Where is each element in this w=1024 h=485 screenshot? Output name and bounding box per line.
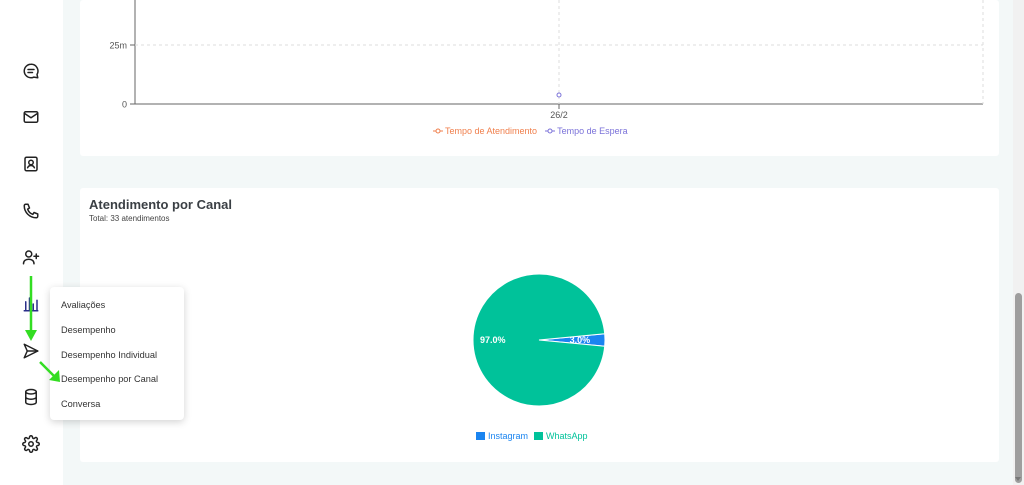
legend-marker-line-icon	[545, 128, 556, 134]
sidebar-item-chat[interactable]	[20, 60, 42, 82]
user-plus-icon	[22, 250, 40, 265]
scrollbar[interactable]	[1013, 0, 1024, 485]
main-content: 25m 0 26/2 Tempo de Atendimento Tempo de…	[63, 0, 1013, 485]
menu-item-desempenho-individual[interactable]: Desempenho Individual	[50, 343, 184, 368]
menu-item-desempenho[interactable]: Desempenho	[50, 318, 184, 343]
line-chart-legend: Tempo de Atendimento Tempo de Espera	[433, 126, 628, 136]
sidebar-item-settings[interactable]	[20, 433, 42, 455]
menu-item-desempenho-por-canal[interactable]: Desempenho por Canal	[50, 367, 184, 392]
scrollbar-thumb[interactable]	[1015, 293, 1022, 483]
legend-label: Tempo de Atendimento	[445, 126, 538, 136]
menu-item-conversa[interactable]: Conversa	[50, 392, 184, 417]
send-icon	[23, 343, 39, 359]
sidebar-item-add-user[interactable]	[20, 246, 42, 268]
sidebar-item-email[interactable]	[20, 106, 42, 128]
reports-submenu: Avaliações Desempenho Desempenho Individ…	[50, 287, 184, 420]
pie-chart: 3.0%97.0%	[472, 273, 606, 407]
tempo-espera-point[interactable]	[556, 92, 562, 98]
pie-label-whatsapp: 97.0%	[480, 335, 506, 345]
legend-label: Tempo de Espera	[557, 126, 628, 136]
sidebar-item-database[interactable]	[20, 386, 42, 408]
bar-chart-icon	[23, 297, 39, 312]
x-tick-label: 26/2	[550, 110, 568, 120]
legend-item-whatsapp[interactable]: WhatsApp	[534, 431, 588, 441]
mail-icon	[23, 111, 39, 123]
y-tick-label-25m: 25m	[109, 41, 127, 51]
y-tick-label-0: 0	[122, 100, 127, 110]
sidebar-item-contacts[interactable]	[20, 153, 42, 175]
legend-item-instagram[interactable]: Instagram	[476, 431, 528, 441]
sidebar-item-reports[interactable]	[20, 293, 42, 315]
legend-marker-line-icon	[433, 128, 443, 134]
contact-card-icon	[24, 156, 38, 172]
sidebar-item-send[interactable]	[20, 340, 42, 362]
legend-label: WhatsApp	[546, 431, 588, 441]
database-icon	[25, 388, 37, 406]
sidebar-item-phone[interactable]	[20, 200, 42, 222]
scroll-down-arrow-icon[interactable]	[1015, 477, 1021, 481]
chat-icon	[23, 63, 39, 79]
legend-swatch-icon	[534, 432, 544, 440]
legend-item-tempo-atendimento[interactable]: Tempo de Atendimento	[433, 126, 537, 136]
phone-icon	[23, 203, 39, 219]
pie-chart-legend: Instagram WhatsApp	[476, 431, 588, 441]
legend-label: Instagram	[488, 431, 529, 441]
legend-swatch-icon	[476, 432, 485, 440]
gear-icon	[22, 435, 40, 453]
legend-item-tempo-espera[interactable]: Tempo de Espera	[545, 126, 628, 136]
line-chart-card: 25m 0 26/2 Tempo de Atendimento Tempo de…	[80, 0, 999, 156]
pie-chart-card: Atendimento por Canal Total: 33 atendime…	[80, 188, 999, 462]
menu-item-avaliacoes[interactable]: Avaliações	[50, 293, 184, 318]
